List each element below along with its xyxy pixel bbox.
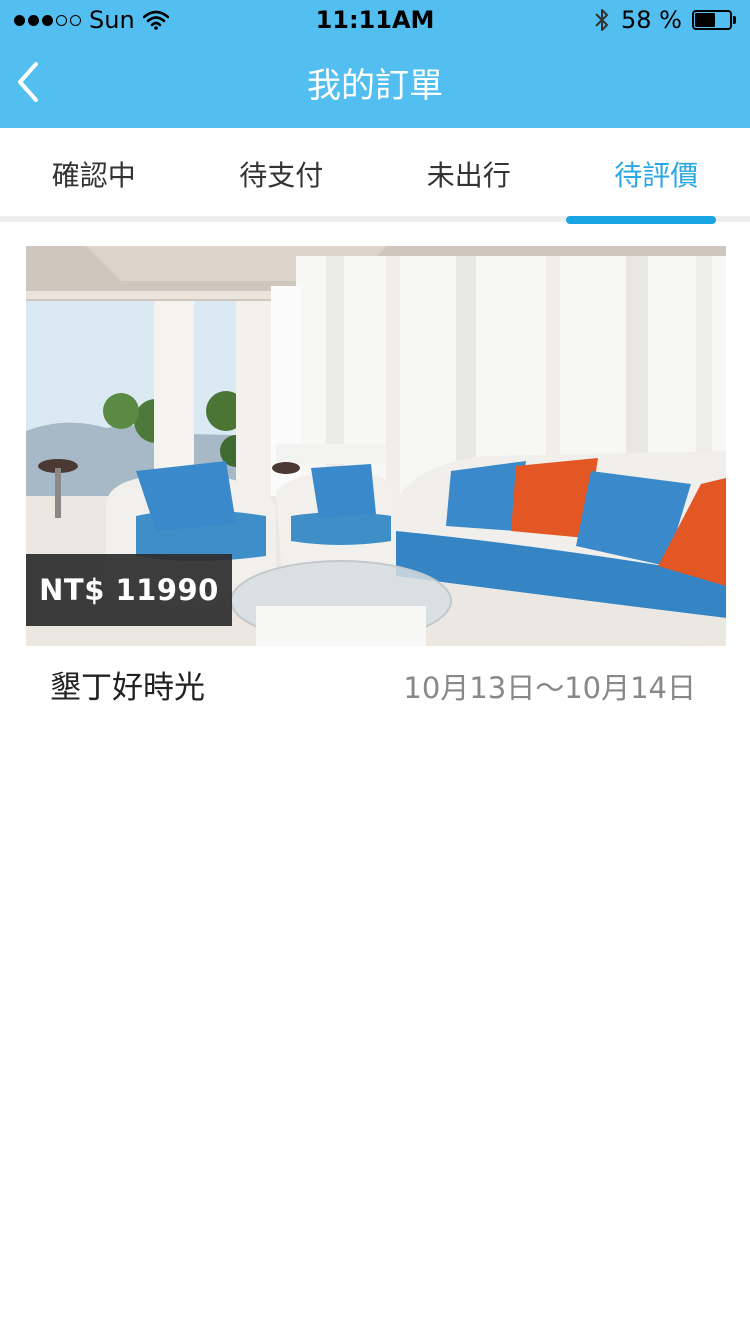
- tab-pending-payment[interactable]: 待支付: [188, 128, 376, 222]
- chevron-left-icon: [18, 62, 38, 102]
- bluetooth-icon: [595, 9, 609, 31]
- tab-pending-review[interactable]: 待評價: [563, 128, 750, 222]
- order-dates: 10月13日～10月14日: [403, 671, 696, 705]
- status-right: 58 %: [593, 6, 736, 34]
- status-bar: Sun 11:11AM 58 %: [0, 0, 750, 40]
- screen: Sun 11:11AM 58 % 我的訂單 確認中 待支付 未出行 待評價 NT…: [0, 0, 750, 1334]
- back-button[interactable]: [10, 54, 50, 110]
- tab-not-departed[interactable]: 未出行: [375, 128, 563, 222]
- battery-icon: [692, 10, 736, 30]
- tab-confirming[interactable]: 確認中: [0, 128, 188, 222]
- battery-level: [695, 13, 715, 27]
- order-status-tabs: 確認中 待支付 未出行 待評價: [0, 128, 750, 222]
- active-tab-indicator: [566, 216, 716, 224]
- order-title: 墾丁好時光: [50, 670, 205, 706]
- nav-bar: 我的訂單: [0, 40, 750, 128]
- price-tag: NT$ 11990: [26, 554, 232, 626]
- order-card[interactable]: NT$ 11990 墾丁好時光 10月13日～10月14日: [26, 246, 726, 726]
- page-title: 我的訂單: [307, 66, 443, 106]
- battery-percent: 58 %: [621, 6, 682, 34]
